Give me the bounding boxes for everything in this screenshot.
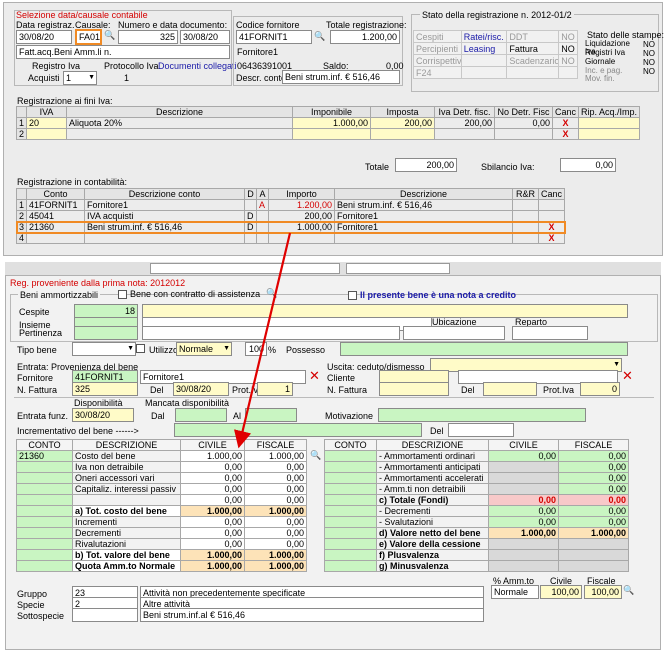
link-arrow — [234, 232, 292, 449]
